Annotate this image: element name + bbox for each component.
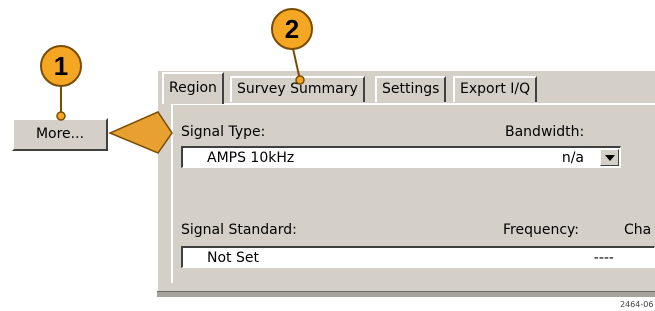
callout-1-badge: 1 xyxy=(40,45,82,87)
arrow-right-icon xyxy=(108,111,173,154)
figure-id: 2464-06 xyxy=(620,300,654,309)
tab-region[interactable]: Region xyxy=(162,72,224,104)
callout-2-badge: 2 xyxy=(271,8,313,50)
callout-1-dot xyxy=(56,111,66,121)
callout-2-dot xyxy=(295,75,305,85)
callout-graphics xyxy=(56,43,305,154)
